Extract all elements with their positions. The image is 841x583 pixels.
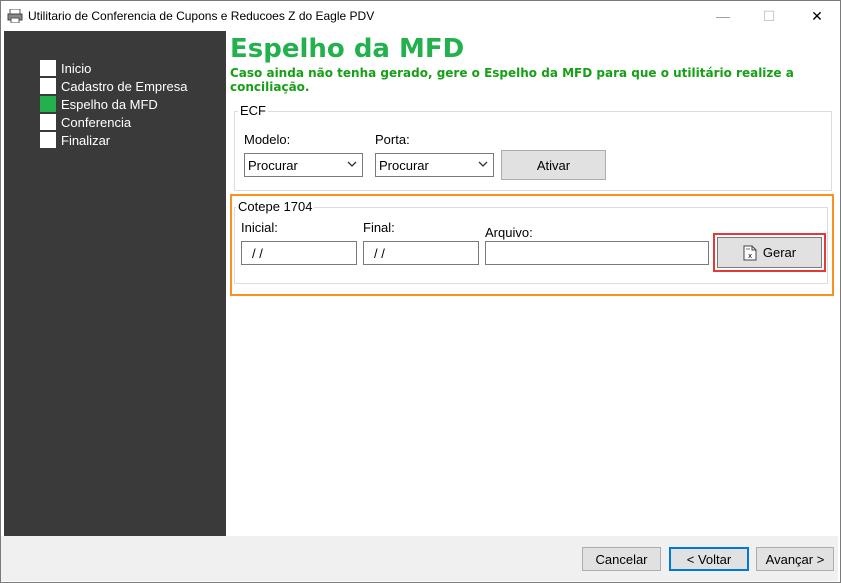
arquivo-label: Arquivo: — [485, 225, 533, 240]
porta-select[interactable]: Procurar — [375, 153, 494, 177]
close-button[interactable]: ✕ — [794, 1, 840, 31]
arquivo-field[interactable] — [485, 241, 709, 265]
final-label: Final: — [363, 220, 395, 235]
final-date-field[interactable]: / / — [363, 241, 479, 265]
step-box-icon — [40, 114, 56, 130]
sidebar-item-label: Finalizar — [61, 132, 111, 148]
window-title: Utilitario de Conferencia de Cupons e Re… — [28, 9, 375, 23]
sidebar-item-label: Espelho da MFD — [61, 96, 158, 112]
cancel-button[interactable]: Cancelar — [582, 547, 661, 571]
sidebar-item-cadastro-empresa[interactable]: Cadastro de Empresa — [40, 77, 187, 95]
sidebar-item-label: Conferencia — [61, 114, 132, 130]
inicial-date-field[interactable]: / / — [241, 241, 357, 265]
step-box-icon — [40, 78, 56, 94]
modelo-select-value: Procurar — [248, 158, 298, 173]
chevron-down-icon — [347, 161, 357, 167]
ecf-group-label: ECF — [238, 103, 268, 118]
porta-label: Porta: — [375, 132, 410, 147]
sidebar-item-espelho-mfd[interactable]: Espelho da MFD — [40, 95, 158, 113]
wizard-sidebar: Inicio Cadastro de Empresa Espelho da MF… — [4, 31, 226, 536]
maximize-button[interactable]: ☐ — [746, 1, 792, 31]
next-button[interactable]: Avançar > — [756, 547, 834, 571]
modelo-label: Modelo: — [244, 132, 291, 147]
page-subtitle: Caso ainda não tenha gerado, gere o Espe… — [230, 66, 794, 94]
sidebar-item-inicio[interactable]: Inicio — [40, 59, 91, 77]
step-active-box-icon — [40, 96, 56, 112]
sidebar-item-label: Inicio — [61, 60, 92, 76]
sidebar-item-label: Cadastro de Empresa — [61, 78, 188, 94]
step-box-icon — [40, 132, 56, 148]
cotepe-group-label: Cotepe 1704 — [236, 199, 315, 214]
gerar-button-label: Gerar — [762, 245, 797, 260]
title-bar[interactable]: Utilitario de Conferencia de Cupons e Re… — [1, 1, 840, 31]
modelo-select[interactable]: Procurar — [244, 153, 363, 177]
back-button[interactable]: < Voltar — [669, 547, 749, 571]
document-excel-icon: x — [743, 245, 757, 260]
ativar-button[interactable]: Ativar — [501, 150, 606, 180]
printer-icon — [7, 9, 23, 23]
chevron-down-icon — [478, 161, 488, 167]
inicial-label: Inicial: — [241, 220, 278, 235]
sidebar-item-finalizar[interactable]: Finalizar — [40, 131, 110, 149]
page-title: Espelho da MFD — [230, 34, 465, 64]
svg-text:x: x — [748, 252, 752, 260]
porta-select-value: Procurar — [379, 158, 429, 173]
minimize-button[interactable]: — — [700, 1, 746, 31]
step-box-icon — [40, 60, 56, 76]
gerar-button[interactable]: x Gerar — [717, 237, 822, 268]
sidebar-item-conferencia[interactable]: Conferencia — [40, 113, 131, 131]
